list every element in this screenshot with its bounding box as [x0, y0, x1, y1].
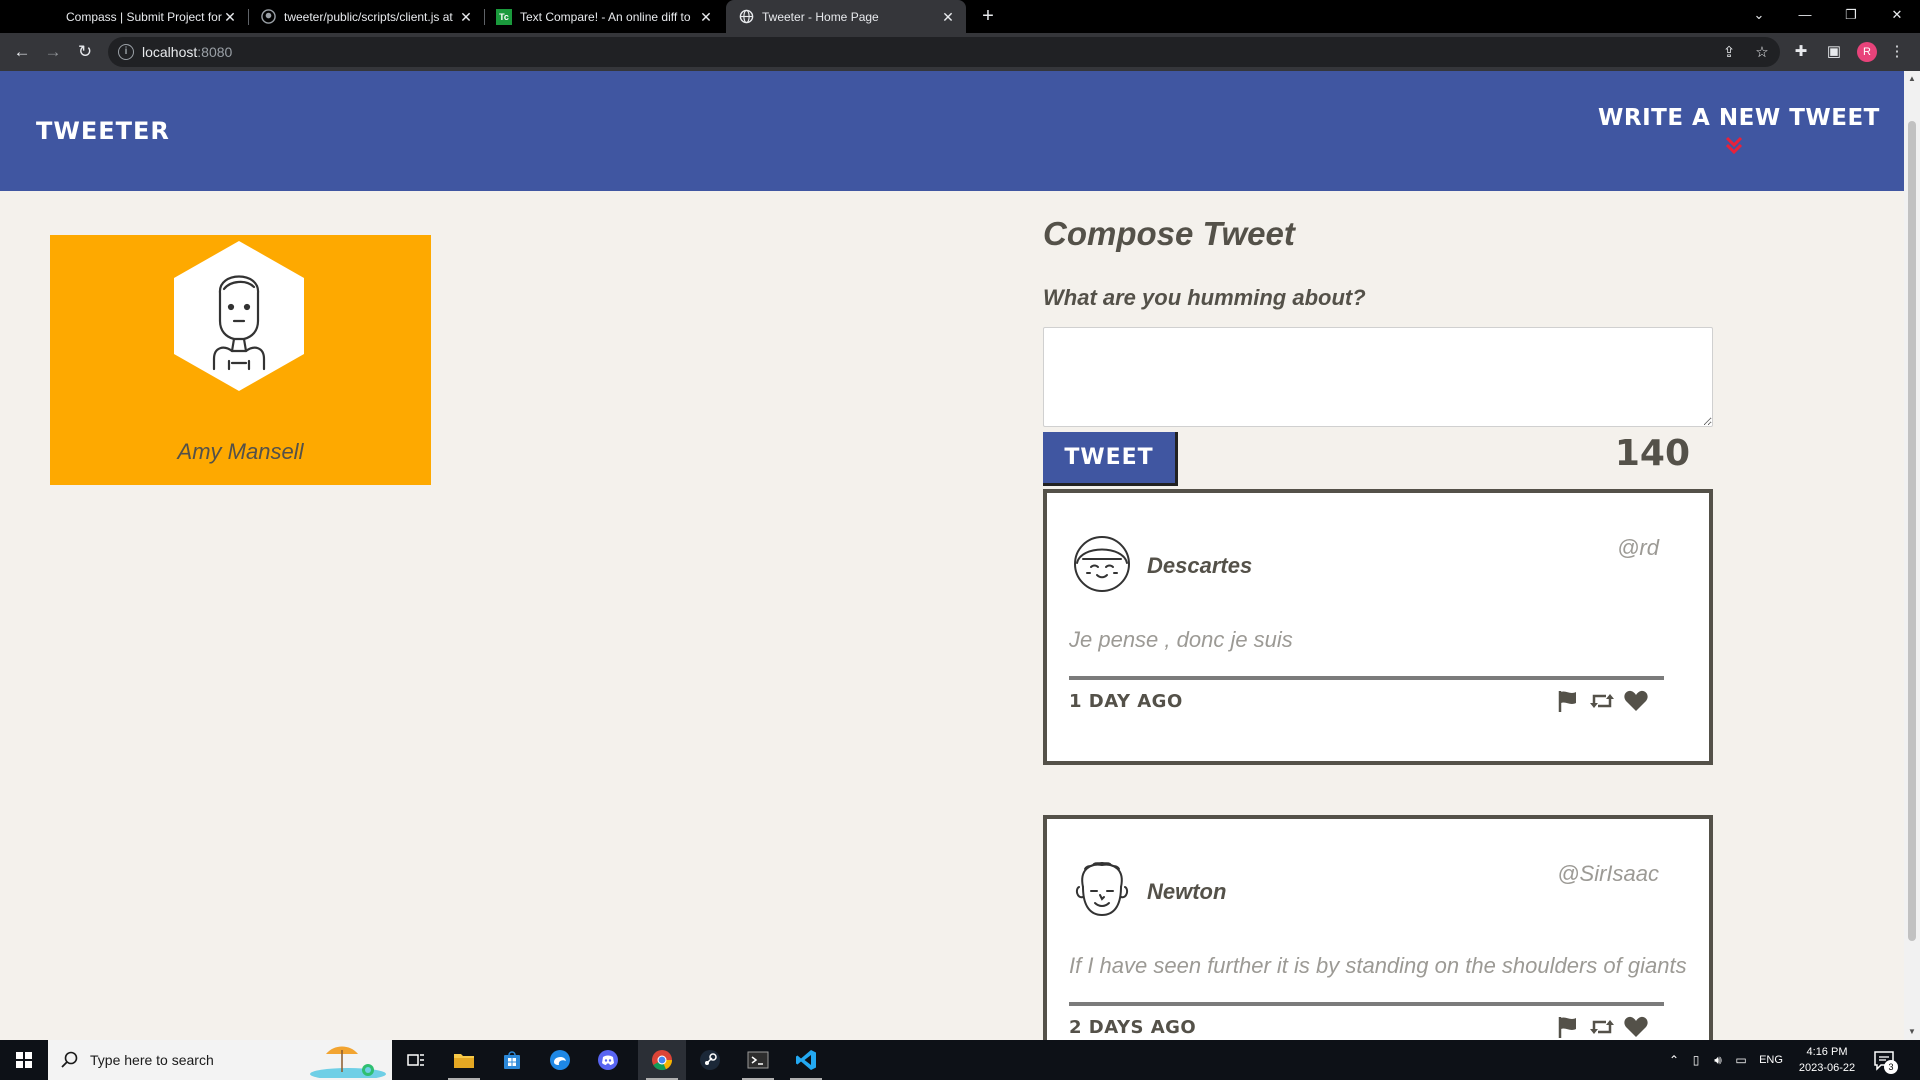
chevron-down-icon[interactable] [1722, 134, 1746, 158]
notification-center-icon[interactable]: 3 [1872, 1048, 1898, 1074]
url-text: localhost:8080 [142, 44, 233, 60]
volume-icon[interactable]: 🔊︎ [1708, 1040, 1728, 1080]
profile-avatar[interactable]: R [1857, 42, 1877, 62]
tweet-divider [1069, 676, 1664, 680]
restore-button[interactable]: ❐ [1828, 0, 1874, 33]
new-tab-button[interactable]: + [976, 5, 1000, 29]
character-counter: 140 [1614, 433, 1690, 474]
retweet-icon[interactable] [1589, 689, 1615, 713]
network-icon[interactable]: ▭ [1730, 1040, 1752, 1080]
compose-label: What are you humming about? [1043, 285, 1366, 310]
tweet-author-handle: @SirIsaac [1557, 861, 1659, 886]
tweet-content: Je pense , donc je suis [1069, 627, 1293, 652]
taskbar-clock[interactable]: 4:16 PM 2023-06-22 [1790, 1044, 1864, 1076]
scroll-up-icon[interactable]: ▲ [1904, 71, 1920, 87]
close-tab-icon[interactable]: ✕ [698, 9, 714, 25]
search-icon [61, 1051, 78, 1068]
search-placeholder: Type here to search [90, 1052, 214, 1068]
discord-icon[interactable] [584, 1040, 632, 1080]
tweet-author-name: Newton [1147, 879, 1227, 904]
user-profile-card: Amy Mansell [50, 235, 431, 485]
close-tab-icon[interactable]: ✕ [940, 9, 956, 25]
file-explorer-icon[interactable] [440, 1040, 488, 1080]
taskbar-search-box[interactable]: Type here to search [48, 1040, 392, 1080]
tweet-author-name: Descartes [1147, 553, 1253, 578]
flag-icon[interactable] [1555, 689, 1581, 713]
tab-title: Text Compare! - An online diff to [520, 9, 691, 24]
brand-logo[interactable]: TWEETER [36, 117, 170, 145]
tab-title: Tweeter - Home Page [762, 9, 879, 24]
browser-tab-tweeter[interactable]: Tweeter - Home Page ✕ [726, 0, 966, 33]
vscode-icon[interactable] [782, 1040, 830, 1080]
retweet-icon[interactable] [1589, 1015, 1615, 1039]
compose-title: Compose Tweet [1043, 215, 1295, 252]
show-hidden-icons-icon[interactable]: ⌃ [1664, 1040, 1684, 1080]
user-avatar-icon [1075, 861, 1129, 917]
search-highlight-icon [310, 1046, 386, 1078]
tweet-text-input[interactable] [1043, 327, 1713, 427]
task-view-icon[interactable] [392, 1040, 440, 1080]
tweet-divider [1069, 1002, 1664, 1006]
edge-icon[interactable] [536, 1040, 584, 1080]
tab-search-icon[interactable]: ⌄ [1736, 0, 1782, 33]
back-button[interactable]: ← [10, 40, 34, 64]
address-bar[interactable]: i localhost:8080 ⇪ ☆ [108, 37, 1780, 67]
tweet-timestamp: 1 DAY AGO [1069, 691, 1183, 712]
page-scrollbar[interactable]: ▲ ▼ [1904, 71, 1920, 1040]
tweet-content: If I have seen further it is by standing… [1069, 953, 1687, 978]
flag-icon[interactable] [1555, 1015, 1581, 1039]
close-tab-icon[interactable]: ✕ [222, 9, 238, 25]
menu-icon[interactable]: ⋮ [1886, 41, 1908, 63]
tweet-card: Descartes @rd Je pense , donc je suis 1 … [1043, 489, 1713, 765]
close-window-button[interactable]: ✕ [1874, 0, 1920, 33]
tweet-timestamp: 2 DAYS AGO [1069, 1017, 1197, 1038]
compass-icon [42, 9, 58, 25]
site-nav: TWEETER WRITE A NEW TWEET [0, 71, 1904, 191]
textcompare-icon: Tc [496, 8, 512, 25]
minimize-button[interactable]: — [1782, 0, 1828, 33]
tab-title: Compass | Submit Project for Eva [66, 9, 222, 24]
avatar [174, 241, 304, 391]
tweet-submit-button[interactable]: TWEET [1043, 432, 1178, 486]
write-new-tweet-link[interactable]: WRITE A NEW TWEET [1598, 105, 1880, 131]
browser-toolbar: ← → ↻ i localhost:8080 ⇪ ☆ ✚ ▣ R ⋮ [0, 33, 1920, 71]
tab-title: tweeter/public/scripts/client.js at [284, 9, 453, 24]
terminal-icon[interactable] [734, 1040, 782, 1080]
user-avatar-icon [1074, 536, 1130, 592]
store-icon[interactable] [488, 1040, 536, 1080]
clock-time: 4:16 PM [1806, 1046, 1848, 1058]
browser-tab-github[interactable]: tweeter/public/scripts/client.js at ✕ [248, 0, 485, 33]
forward-button[interactable]: → [41, 40, 65, 64]
github-icon [260, 9, 276, 25]
page-viewport: TWEETER WRITE A NEW TWEET Amy Mansell Co… [0, 71, 1904, 1040]
windows-taskbar: Type here to search ⌃ ▯ 🔊︎ ▭ ENG 4:16 PM… [0, 1040, 1920, 1080]
browser-tab-compass[interactable]: Compass | Submit Project for Eva ✕ [30, 0, 249, 33]
language-indicator[interactable]: ENG [1756, 1040, 1786, 1080]
clock-date: 2023-06-22 [1798, 1062, 1856, 1074]
tweet-card: Newton @SirIsaac If I have seen further … [1043, 815, 1713, 1040]
heart-icon[interactable] [1623, 1015, 1649, 1039]
tweet-actions [1555, 689, 1649, 713]
profile-name: Amy Mansell [177, 439, 304, 464]
battery-icon[interactable]: ▯ [1686, 1040, 1706, 1080]
globe-icon [738, 9, 754, 25]
extensions-icon[interactable]: ✚ [1790, 41, 1812, 63]
scrollbar-thumb[interactable] [1908, 121, 1916, 941]
heart-icon[interactable] [1623, 689, 1649, 713]
notification-count-badge: 3 [1884, 1060, 1898, 1074]
side-panel-icon[interactable]: ▣ [1823, 41, 1845, 63]
steam-icon[interactable] [686, 1040, 734, 1080]
share-icon[interactable]: ⇪ [1720, 44, 1738, 62]
bookmark-star-icon[interactable]: ☆ [1753, 44, 1771, 62]
chrome-icon[interactable] [638, 1040, 686, 1080]
reload-button[interactable]: ↻ [73, 40, 97, 64]
scroll-down-icon[interactable]: ▼ [1904, 1024, 1920, 1040]
browser-tab-textcompare[interactable]: Tc Text Compare! - An online diff to ✕ [484, 0, 724, 33]
browser-tab-strip: Compass | Submit Project for Eva ✕ tweet… [0, 0, 1920, 33]
close-tab-icon[interactable]: ✕ [458, 9, 474, 25]
tweet-actions [1555, 1015, 1649, 1039]
site-info-icon[interactable]: i [118, 44, 134, 60]
windows-start-icon[interactable] [0, 1040, 48, 1080]
tweet-author-handle: @rd [1617, 535, 1659, 560]
